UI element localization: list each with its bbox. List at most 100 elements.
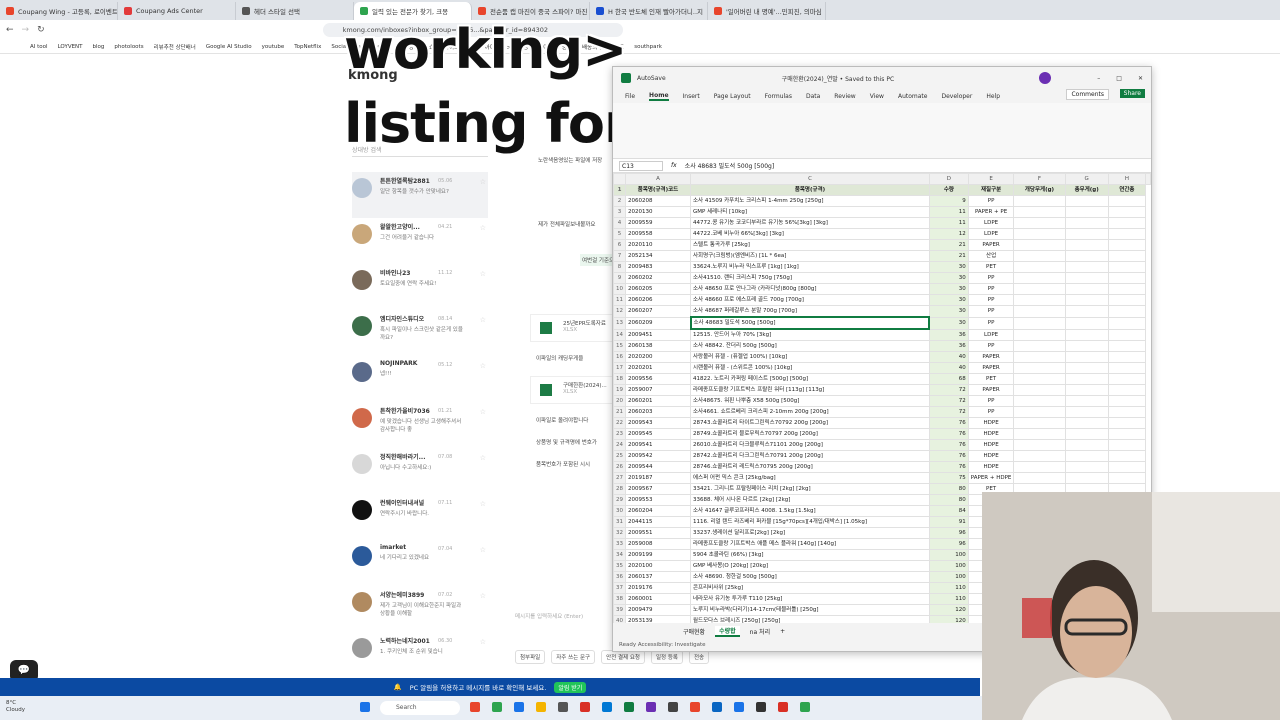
row-number[interactable]: 16: [613, 351, 626, 363]
table-cell[interactable]: 110: [928, 582, 969, 594]
table-cell[interactable]: 2044115: [625, 516, 691, 528]
star-icon[interactable]: ☆: [480, 454, 486, 462]
table-cell[interactable]: [1064, 395, 1109, 407]
table-cell[interactable]: LDPE: [967, 228, 1015, 240]
table-cell[interactable]: PAPER: [967, 384, 1015, 396]
table-cell[interactable]: 2020110: [625, 239, 691, 251]
table-cell[interactable]: 사회명구(크림벙)(엠엔비즈) [1L * 6ea]: [690, 250, 930, 262]
table-cell[interactable]: [1064, 272, 1109, 284]
table-cell[interactable]: PP: [967, 283, 1015, 295]
table-cell[interactable]: 라메종프도클랑 기프트박스 애플 메스 플라워 [140g] [140g]: [690, 538, 930, 550]
table-cell[interactable]: [1107, 417, 1147, 429]
table-cell[interactable]: 2009567: [625, 483, 691, 495]
table-cell[interactable]: 120: [928, 604, 969, 616]
table-cell[interactable]: PAPER: [967, 351, 1015, 363]
table-cell[interactable]: PP: [967, 294, 1015, 306]
row-number[interactable]: 14: [613, 328, 626, 341]
table-cell[interactable]: 36: [928, 328, 969, 341]
table-cell[interactable]: 2060206: [625, 294, 691, 306]
taskbar-search[interactable]: Search: [380, 701, 460, 715]
chat-action-button[interactable]: 전송: [688, 650, 710, 664]
row-number[interactable]: 20: [613, 395, 626, 407]
row-number[interactable]: 31: [613, 516, 626, 528]
table-cell[interactable]: PP: [967, 406, 1015, 418]
bookmark-item[interactable]: TopNetflix: [294, 44, 321, 50]
table-cell[interactable]: [1107, 228, 1147, 240]
row-number[interactable]: 5: [613, 228, 626, 240]
table-cell[interactable]: 2019176: [625, 582, 691, 594]
table-cell[interactable]: 36: [928, 340, 969, 352]
table-cell[interactable]: [1107, 206, 1147, 218]
table-cell[interactable]: [1107, 439, 1147, 451]
table-cell[interactable]: 소사4661. 쇼트르베리 크리스피 2-10mm 200g [200g]: [690, 406, 930, 418]
table-cell[interactable]: 30: [928, 316, 969, 330]
table-cell[interactable]: 2060205: [625, 283, 691, 295]
row-number[interactable]: 12: [613, 305, 626, 318]
table-cell[interactable]: 2020201: [625, 362, 691, 374]
table-cell[interactable]: 2009543: [625, 417, 691, 429]
table-cell[interactable]: [1107, 351, 1147, 363]
table-cell[interactable]: 1116. 리얼 텐드 라즈베리 퍼카블 [15g*70pcs][4개입/대박스…: [690, 516, 930, 528]
table-cell[interactable]: [1013, 395, 1066, 407]
star-icon[interactable]: ☆: [480, 638, 486, 646]
browser-tab[interactable]: '일어버린 내 명예'...민피진, 의마심: [708, 2, 826, 20]
row-number[interactable]: 7: [613, 250, 626, 262]
start-icon[interactable]: [360, 702, 370, 712]
table-cell[interactable]: 100: [928, 560, 969, 572]
table-cell[interactable]: 2009199: [625, 549, 691, 561]
table-cell[interactable]: [1064, 316, 1109, 330]
star-icon[interactable]: ☆: [480, 224, 486, 232]
taskbar-app-icon[interactable]: [492, 702, 502, 712]
table-cell[interactable]: 2060001: [625, 593, 691, 605]
taskbar-app-icon[interactable]: [514, 702, 524, 712]
table-cell[interactable]: [1013, 272, 1066, 284]
chat-list-item[interactable]: 엠디자인스튜디오 혹시 파일이나 스크린샷 같은게 있을까요? 08.14 ☆: [352, 310, 488, 356]
comments-button[interactable]: Comments: [1066, 89, 1109, 100]
table-cell[interactable]: 스텔트 통곡가루 [25kg]: [690, 239, 930, 251]
header-cell[interactable]: 수량: [928, 184, 969, 196]
table-cell[interactable]: [1064, 340, 1109, 352]
table-cell[interactable]: 월드모다스 브레시즈 [250g] [250g]: [690, 615, 930, 623]
chat-list-item[interactable]: 서양는에미3899 제가 고객님이 이해요한준지 파일과 상황을 이해할 07.02…: [352, 586, 488, 632]
table-cell[interactable]: 2052134: [625, 250, 691, 262]
chat-list-item[interactable]: 노력하는네지2001 1. 쿠키인체 조 순위 및습니 06.30 ☆: [352, 632, 488, 672]
table-cell[interactable]: [1013, 305, 1066, 318]
table-cell[interactable]: 41822. 노트리 카퍼링 페이스트 [500g] [500g]: [690, 373, 930, 385]
ribbon-tab[interactable]: Review: [834, 93, 855, 100]
table-cell[interactable]: 76: [928, 428, 969, 440]
row-number[interactable]: 9: [613, 272, 626, 284]
table-cell[interactable]: 96: [928, 538, 969, 550]
table-cell[interactable]: 2020200: [625, 351, 691, 363]
bookmark-item[interactable]: Google AI Studio: [206, 44, 252, 50]
table-cell[interactable]: [1064, 228, 1109, 240]
taskbar-app-icon[interactable]: [470, 702, 480, 712]
star-icon[interactable]: ☆: [480, 408, 486, 416]
star-icon[interactable]: ☆: [480, 500, 486, 508]
taskbar-app-icon[interactable]: [756, 702, 766, 712]
row-number[interactable]: 19: [613, 384, 626, 396]
table-cell[interactable]: 2060138: [625, 340, 691, 352]
row-number[interactable]: 28: [613, 483, 626, 495]
row-number[interactable]: 34: [613, 549, 626, 561]
table-cell[interactable]: [1064, 461, 1109, 473]
taskbar-app-icon[interactable]: [536, 702, 546, 712]
table-cell[interactable]: [1064, 362, 1109, 374]
table-cell[interactable]: [1013, 340, 1066, 352]
row-number[interactable]: 2: [613, 195, 626, 207]
table-cell[interactable]: 72: [928, 406, 969, 418]
table-cell[interactable]: 2059008: [625, 538, 691, 550]
table-cell[interactable]: [1064, 206, 1109, 218]
header-cell[interactable]: 연간총: [1107, 184, 1147, 196]
autosave-toggle[interactable]: AutoSave: [637, 75, 666, 82]
table-cell[interactable]: [1013, 428, 1066, 440]
table-cell[interactable]: [1107, 239, 1147, 251]
table-cell[interactable]: [1013, 406, 1066, 418]
table-cell[interactable]: PP: [967, 272, 1015, 284]
table-cell[interactable]: 네라모사 유기농 투가루 T110 [25kg]: [690, 593, 930, 605]
table-cell[interactable]: [1107, 217, 1147, 229]
star-icon[interactable]: ☆: [480, 178, 486, 186]
table-cell[interactable]: 2060202: [625, 272, 691, 284]
table-cell[interactable]: [1013, 373, 1066, 385]
table-cell[interactable]: 80: [928, 483, 969, 495]
browser-tab[interactable]: Coupang Wing - 고등록, 로이벤트: [0, 2, 118, 20]
